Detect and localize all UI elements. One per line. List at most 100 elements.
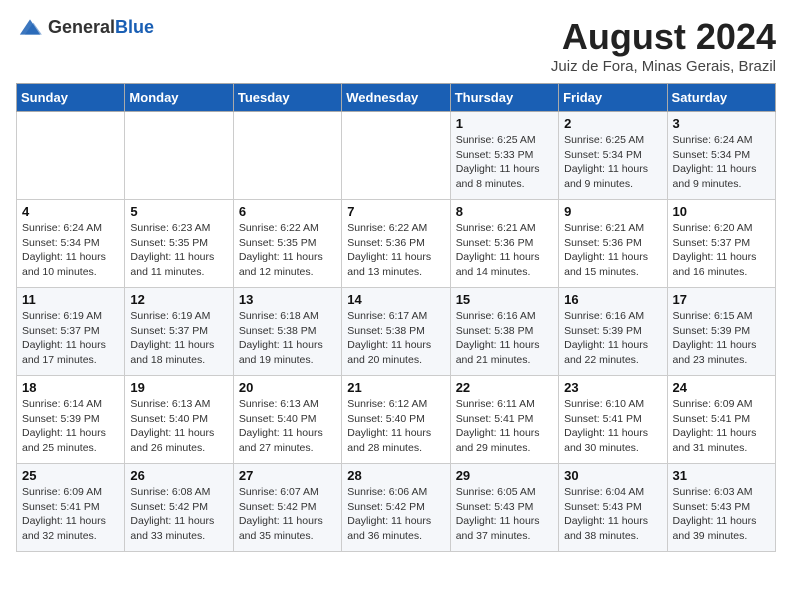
calendar-week-row: 4Sunrise: 6:24 AM Sunset: 5:34 PM Daylig… [17, 200, 776, 288]
weekday-header-cell: Sunday [17, 84, 125, 112]
day-number: 18 [22, 380, 119, 395]
calendar-cell: 3 Sunrise: 6:24 AM Sunset: 5:34 PM Daylig… [667, 112, 775, 200]
calendar-cell: 16Sunrise: 6:16 AM Sunset: 5:39 PM Dayli… [559, 288, 667, 376]
calendar-cell: 8 Sunrise: 6:21 AM Sunset: 5:36 PM Daylig… [450, 200, 558, 288]
calendar-week-row: 1 Sunrise: 6:25 AM Sunset: 5:33 PM Daylig… [17, 112, 776, 200]
day-info: Sunrise: 6:05 AM Sunset: 5:43 PM Dayligh… [456, 485, 553, 544]
day-number: 22 [456, 380, 553, 395]
day-info: Sunrise: 6:07 AM Sunset: 5:42 PM Dayligh… [239, 485, 336, 544]
calendar-cell: 17Sunrise: 6:15 AM Sunset: 5:39 PM Dayli… [667, 288, 775, 376]
day-number: 25 [22, 468, 119, 483]
calendar-cell: 6 Sunrise: 6:22 AM Sunset: 5:35 PM Daylig… [233, 200, 341, 288]
calendar-cell: 13 Sunrise: 6:18 AM Sunset: 5:38 PM Dayli… [233, 288, 341, 376]
day-number: 1 [456, 116, 553, 131]
day-number: 14 [347, 292, 444, 307]
day-number: 6 [239, 204, 336, 219]
calendar-cell: 1 Sunrise: 6:25 AM Sunset: 5:33 PM Daylig… [450, 112, 558, 200]
calendar-cell: 18 Sunrise: 6:14 AM Sunset: 5:39 PM Dayli… [17, 376, 125, 464]
day-info: Sunrise: 6:20 AM Sunset: 5:37 PM Dayligh… [673, 221, 770, 280]
calendar-cell: 22 Sunrise: 6:11 AM Sunset: 5:41 PM Dayli… [450, 376, 558, 464]
day-number: 26 [130, 468, 227, 483]
day-number: 4 [22, 204, 119, 219]
calendar-cell [342, 112, 450, 200]
day-number: 13 [239, 292, 336, 307]
logo-blue: Blue [115, 17, 154, 37]
day-number: 15 [456, 292, 553, 307]
day-info: Sunrise: 6:16 AM Sunset: 5:39 PM Dayligh… [564, 309, 661, 368]
weekday-header-cell: Tuesday [233, 84, 341, 112]
calendar-cell: 27 Sunrise: 6:07 AM Sunset: 5:42 PM Dayli… [233, 464, 341, 552]
day-info: Sunrise: 6:19 AM Sunset: 5:37 PM Dayligh… [130, 309, 227, 368]
calendar-week-row: 11 Sunrise: 6:19 AM Sunset: 5:37 PM Dayli… [17, 288, 776, 376]
calendar-cell: 11 Sunrise: 6:19 AM Sunset: 5:37 PM Dayli… [17, 288, 125, 376]
day-info: Sunrise: 6:08 AM Sunset: 5:42 PM Dayligh… [130, 485, 227, 544]
calendar-cell [233, 112, 341, 200]
location: Juiz de Fora, Minas Gerais, Brazil [551, 58, 776, 75]
day-number: 30 [564, 468, 661, 483]
calendar-cell: 28 Sunrise: 6:06 AM Sunset: 5:42 PM Dayli… [342, 464, 450, 552]
weekday-header-cell: Wednesday [342, 84, 450, 112]
logo-general: General [48, 17, 115, 37]
weekday-header-cell: Monday [125, 84, 233, 112]
calendar-cell: 2Sunrise: 6:25 AM Sunset: 5:34 PM Daylig… [559, 112, 667, 200]
day-info: Sunrise: 6:16 AM Sunset: 5:38 PM Dayligh… [456, 309, 553, 368]
weekday-header-row: SundayMondayTuesdayWednesdayThursdayFrid… [17, 84, 776, 112]
weekday-header-cell: Thursday [450, 84, 558, 112]
day-info: Sunrise: 6:17 AM Sunset: 5:38 PM Dayligh… [347, 309, 444, 368]
day-number: 8 [456, 204, 553, 219]
day-info: Sunrise: 6:23 AM Sunset: 5:35 PM Dayligh… [130, 221, 227, 280]
calendar-table: SundayMondayTuesdayWednesdayThursdayFrid… [16, 83, 776, 552]
day-info: Sunrise: 6:09 AM Sunset: 5:41 PM Dayligh… [673, 397, 770, 456]
day-info: Sunrise: 6:22 AM Sunset: 5:36 PM Dayligh… [347, 221, 444, 280]
logo: GeneralBlue [16, 16, 154, 38]
month-year: August 2024 [551, 16, 776, 58]
day-info: Sunrise: 6:19 AM Sunset: 5:37 PM Dayligh… [22, 309, 119, 368]
day-info: Sunrise: 6:24 AM Sunset: 5:34 PM Dayligh… [673, 133, 770, 192]
day-info: Sunrise: 6:13 AM Sunset: 5:40 PM Dayligh… [130, 397, 227, 456]
calendar-cell [17, 112, 125, 200]
calendar-week-row: 18 Sunrise: 6:14 AM Sunset: 5:39 PM Dayli… [17, 376, 776, 464]
day-info: Sunrise: 6:13 AM Sunset: 5:40 PM Dayligh… [239, 397, 336, 456]
header: GeneralBlue August 2024 Juiz de Fora, Mi… [16, 16, 776, 75]
day-info: Sunrise: 6:03 AM Sunset: 5:43 PM Dayligh… [673, 485, 770, 544]
day-number: 27 [239, 468, 336, 483]
calendar-cell: 7Sunrise: 6:22 AM Sunset: 5:36 PM Daylig… [342, 200, 450, 288]
day-info: Sunrise: 6:18 AM Sunset: 5:38 PM Dayligh… [239, 309, 336, 368]
calendar-body: 1 Sunrise: 6:25 AM Sunset: 5:33 PM Daylig… [17, 112, 776, 552]
calendar-cell: 14 Sunrise: 6:17 AM Sunset: 5:38 PM Dayli… [342, 288, 450, 376]
logo-icon [16, 16, 44, 38]
day-info: Sunrise: 6:10 AM Sunset: 5:41 PM Dayligh… [564, 397, 661, 456]
calendar-cell: 10 Sunrise: 6:20 AM Sunset: 5:37 PM Dayli… [667, 200, 775, 288]
day-info: Sunrise: 6:25 AM Sunset: 5:34 PM Dayligh… [564, 133, 661, 192]
day-info: Sunrise: 6:12 AM Sunset: 5:40 PM Dayligh… [347, 397, 444, 456]
title-area: August 2024 Juiz de Fora, Minas Gerais, … [551, 16, 776, 75]
calendar-cell: 12Sunrise: 6:19 AM Sunset: 5:37 PM Dayli… [125, 288, 233, 376]
calendar-cell [125, 112, 233, 200]
calendar-cell: 29Sunrise: 6:05 AM Sunset: 5:43 PM Dayli… [450, 464, 558, 552]
calendar-cell: 5 Sunrise: 6:23 AM Sunset: 5:35 PM Daylig… [125, 200, 233, 288]
calendar-cell: 24 Sunrise: 6:09 AM Sunset: 5:41 PM Dayli… [667, 376, 775, 464]
day-info: Sunrise: 6:21 AM Sunset: 5:36 PM Dayligh… [564, 221, 661, 280]
calendar-cell: 19 Sunrise: 6:13 AM Sunset: 5:40 PM Dayli… [125, 376, 233, 464]
day-info: Sunrise: 6:22 AM Sunset: 5:35 PM Dayligh… [239, 221, 336, 280]
day-info: Sunrise: 6:11 AM Sunset: 5:41 PM Dayligh… [456, 397, 553, 456]
day-number: 17 [673, 292, 770, 307]
calendar-cell: 9Sunrise: 6:21 AM Sunset: 5:36 PM Daylig… [559, 200, 667, 288]
day-info: Sunrise: 6:14 AM Sunset: 5:39 PM Dayligh… [22, 397, 119, 456]
day-number: 10 [673, 204, 770, 219]
day-number: 3 [673, 116, 770, 131]
day-number: 19 [130, 380, 227, 395]
day-number: 21 [347, 380, 444, 395]
day-number: 28 [347, 468, 444, 483]
weekday-header-cell: Saturday [667, 84, 775, 112]
day-info: Sunrise: 6:21 AM Sunset: 5:36 PM Dayligh… [456, 221, 553, 280]
calendar-week-row: 25Sunrise: 6:09 AM Sunset: 5:41 PM Dayli… [17, 464, 776, 552]
day-info: Sunrise: 6:25 AM Sunset: 5:33 PM Dayligh… [456, 133, 553, 192]
weekday-header-cell: Friday [559, 84, 667, 112]
day-number: 5 [130, 204, 227, 219]
day-info: Sunrise: 6:04 AM Sunset: 5:43 PM Dayligh… [564, 485, 661, 544]
calendar-cell: 23Sunrise: 6:10 AM Sunset: 5:41 PM Dayli… [559, 376, 667, 464]
day-info: Sunrise: 6:06 AM Sunset: 5:42 PM Dayligh… [347, 485, 444, 544]
day-number: 24 [673, 380, 770, 395]
day-number: 11 [22, 292, 119, 307]
